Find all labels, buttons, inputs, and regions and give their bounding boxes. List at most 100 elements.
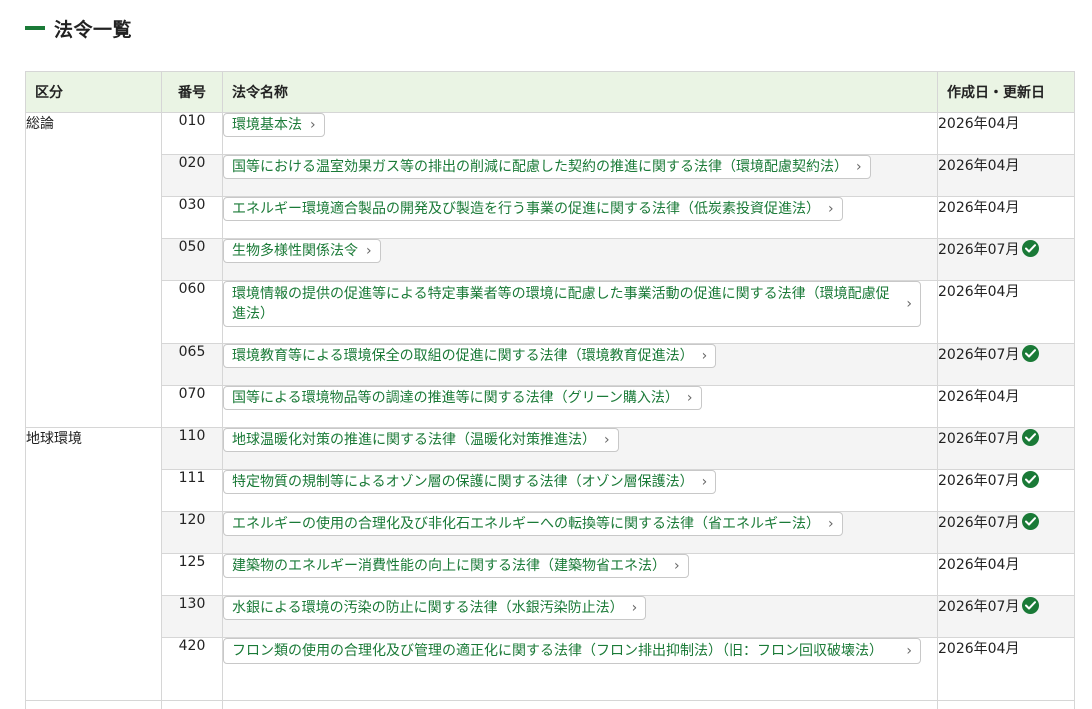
law-link-label: 環境基本法 bbox=[232, 117, 302, 133]
law-number: 065 bbox=[161, 343, 223, 386]
law-name-cell: フロン類の使用の合理化及び管理の適正化に関する法律（フロン排出抑制法）（旧：フロ… bbox=[222, 637, 938, 701]
header-number: 番号 bbox=[161, 71, 223, 113]
date-cell: 2026年07月 bbox=[937, 511, 1075, 554]
law-link[interactable]: 国等による環境物品等の調達の推進等に関する法律（グリーン購入法） › bbox=[223, 386, 702, 410]
kubun-cell: 総論 bbox=[25, 112, 162, 428]
law-link[interactable]: 建築物のエネルギー消費性能の向上に関する法律（建築物省エネ法） › bbox=[223, 554, 689, 578]
date-cell: 2026年07月 bbox=[937, 238, 1075, 281]
updated-date: 2026年04月 bbox=[938, 158, 1020, 174]
check-circle-icon bbox=[1022, 513, 1040, 530]
law-number: 050 bbox=[161, 238, 223, 281]
law-link[interactable]: 環境教育等による環境保全の取組の促進に関する法律（環境教育促進法） › bbox=[223, 344, 717, 368]
chevron-right-icon: › bbox=[828, 516, 834, 532]
law-link[interactable]: フロン類の使用の合理化及び管理の適正化に関する法律（フロン排出抑制法）（旧：フロ… bbox=[223, 638, 921, 664]
table-row: 総論 010 環境基本法 › 2026年04月 bbox=[25, 112, 1075, 428]
law-link[interactable]: 環境情報の提供の促進等による特定事業者等の環境に配慮した事業活動の促進に関する法… bbox=[223, 281, 921, 327]
law-name-cell: 生物多様性関係法令 › bbox=[222, 238, 938, 281]
table-row: 125 建築物のエネルギー消費性能の向上に関する法律（建築物省エネ法） › 2026年… bbox=[26, 553, 1075, 596]
law-link[interactable]: 環境基本法 › bbox=[223, 113, 325, 137]
updated-date: 2026年04月 bbox=[938, 557, 1020, 573]
updated-date: 2026年04月 bbox=[938, 389, 1020, 405]
date-cell: 2026年04月 bbox=[937, 196, 1075, 239]
updated-date: 2026年07月 bbox=[938, 431, 1020, 447]
header-date: 作成日・更新日 bbox=[937, 71, 1075, 113]
date-cell: 2026年04月 bbox=[937, 637, 1075, 701]
law-number: 030 bbox=[161, 196, 223, 239]
law-number: 060 bbox=[161, 280, 223, 344]
updated-date: 2026年07月 bbox=[938, 242, 1020, 258]
section-heading: 法令一覧 bbox=[25, 14, 132, 42]
check-circle-icon bbox=[1022, 429, 1040, 446]
law-name-cell: 特定物質の規制等によるオゾン層の保護に関する法律（オゾン層保護法） › bbox=[222, 469, 938, 512]
updated-date: 2026年04月 bbox=[938, 641, 1020, 657]
chevron-right-icon: › bbox=[828, 201, 834, 217]
partial-cell bbox=[222, 700, 938, 709]
chevron-right-icon: › bbox=[686, 390, 693, 406]
law-link[interactable]: 特定物質の規制等によるオゾン層の保護に関する法律（オゾン層保護法） › bbox=[223, 470, 717, 494]
table-row: 060 環境情報の提供の促進等による特定事業者等の環境に配慮した事業活動の促進に関… bbox=[26, 280, 1075, 344]
chevron-right-icon: › bbox=[906, 643, 912, 659]
chevron-right-icon: › bbox=[701, 348, 708, 364]
law-link[interactable]: 水銀による環境の汚染の防止に関する法律（水銀汚染防止法） › bbox=[223, 596, 647, 620]
law-link-label: 国等による環境物品等の調達の推進等に関する法律（グリーン購入法） bbox=[232, 390, 679, 406]
law-link-label: エネルギーの使用の合理化及び非化石エネルギーへの転換等に関する法律（省エネルギー… bbox=[232, 516, 820, 532]
check-circle-icon bbox=[1022, 597, 1040, 614]
date-cell: 2026年07月 bbox=[937, 469, 1075, 512]
law-number: 070 bbox=[161, 385, 223, 428]
chevron-right-icon: › bbox=[310, 117, 316, 133]
law-link[interactable]: 地球温暖化対策の推進に関する法律（温暖化対策推進法） › bbox=[223, 428, 619, 452]
law-link[interactable]: エネルギー環境適合製品の開発及び製造を行う事業の促進に関する法律（低炭素投資促進… bbox=[223, 197, 843, 221]
law-name-cell: エネルギー環境適合製品の開発及び製造を行う事業の促進に関する法律（低炭素投資促進… bbox=[222, 196, 938, 239]
law-link-label: 地球温暖化対策の推進に関する法律（温暖化対策推進法） bbox=[232, 432, 596, 448]
chevron-right-icon: › bbox=[906, 296, 912, 312]
table-row: 065 環境教育等による環境保全の取組の促進に関する法律（環境教育促進法） › 202… bbox=[26, 343, 1075, 386]
table-row: 111 特定物質の規制等によるオゾン層の保護に関する法律（オゾン層保護法） › 202… bbox=[26, 469, 1075, 512]
law-number: 110 bbox=[161, 427, 223, 470]
table-row: 050 生物多様性関係法令 › 2026年07月 bbox=[26, 238, 1075, 281]
chevron-right-icon: › bbox=[856, 159, 862, 175]
law-link[interactable]: 生物多様性関係法令 › bbox=[223, 239, 381, 263]
chevron-right-icon: › bbox=[701, 474, 708, 490]
table-row: 420 フロン類の使用の合理化及び管理の適正化に関する法律（フロン排出抑制法）（旧… bbox=[26, 637, 1075, 701]
chevron-right-icon: › bbox=[366, 243, 372, 259]
chevron-right-icon: › bbox=[674, 558, 680, 574]
header-kubun: 区分 bbox=[25, 71, 162, 113]
table-row: 020 国等における温室効果ガス等の排出の削減に配慮した契約の推進に関する法律（環… bbox=[26, 154, 1075, 197]
law-link[interactable]: エネルギーの使用の合理化及び非化石エネルギーへの転換等に関する法律（省エネルギー… bbox=[223, 512, 843, 536]
updated-date: 2026年07月 bbox=[938, 473, 1020, 489]
chevron-right-icon: › bbox=[604, 432, 610, 448]
law-number: 125 bbox=[161, 553, 223, 596]
date-cell: 2026年07月 bbox=[937, 343, 1075, 386]
check-circle-icon bbox=[1022, 345, 1040, 362]
table-header-row: 区分 番号 法令名称 作成日・更新日 bbox=[25, 71, 1075, 113]
table-row: 120 エネルギーの使用の合理化及び非化石エネルギーへの転換等に関する法律（省エネ… bbox=[26, 511, 1075, 554]
law-name-cell: エネルギーの使用の合理化及び非化石エネルギーへの転換等に関する法律（省エネルギー… bbox=[222, 511, 938, 554]
law-link-label: エネルギー環境適合製品の開発及び製造を行う事業の促進に関する法律（低炭素投資促進… bbox=[232, 201, 820, 217]
updated-date: 2026年07月 bbox=[938, 347, 1020, 363]
header-name: 法令名称 bbox=[222, 71, 938, 113]
law-name-cell: 環境情報の提供の促進等による特定事業者等の環境に配慮した事業活動の促進に関する法… bbox=[222, 280, 938, 344]
partial-cell bbox=[25, 700, 162, 709]
law-link-label: 特定物質の規制等によるオゾン層の保護に関する法律（オゾン層保護法） bbox=[232, 474, 694, 490]
law-link-label: 建築物のエネルギー消費性能の向上に関する法律（建築物省エネ法） bbox=[232, 558, 666, 574]
law-name-cell: 国等による環境物品等の調達の推進等に関する法律（グリーン購入法） › bbox=[222, 385, 938, 428]
law-name-cell: 環境教育等による環境保全の取組の促進に関する法律（環境教育促進法） › bbox=[222, 343, 938, 386]
heading-accent-bar bbox=[25, 26, 45, 30]
law-link[interactable]: 国等における温室効果ガス等の排出の削減に配慮した契約の推進に関する法律（環境配慮… bbox=[223, 155, 871, 179]
law-link-label: 水銀による環境の汚染の防止に関する法律（水銀汚染防止法） bbox=[232, 600, 624, 616]
law-number: 111 bbox=[161, 469, 223, 512]
law-name-cell: 地球温暖化対策の推進に関する法律（温暖化対策推進法） › bbox=[222, 427, 938, 470]
law-link-label: 生物多様性関係法令 bbox=[232, 243, 358, 259]
updated-date: 2026年07月 bbox=[938, 599, 1020, 615]
law-list-table: 区分 番号 法令名称 作成日・更新日 総論 010 環境基本法 › 2026年04月 02… bbox=[25, 71, 1075, 709]
law-number: 120 bbox=[161, 511, 223, 554]
date-cell: 2026年07月 bbox=[937, 427, 1075, 470]
table-row: 030 エネルギー環境適合製品の開発及び製造を行う事業の促進に関する法律（低炭素投… bbox=[26, 196, 1075, 239]
law-link-label: フロン類の使用の合理化及び管理の適正化に関する法律（フロン排出抑制法）（旧：フロ… bbox=[232, 643, 883, 659]
page-title: 法令一覧 bbox=[54, 18, 133, 41]
table-row: 130 水銀による環境の汚染の防止に関する法律（水銀汚染防止法） › 2026年07月 bbox=[26, 595, 1075, 638]
table-row-partial bbox=[25, 700, 1075, 709]
law-number: 010 bbox=[161, 112, 223, 155]
check-circle-icon bbox=[1022, 240, 1040, 257]
partial-cell bbox=[937, 700, 1075, 709]
